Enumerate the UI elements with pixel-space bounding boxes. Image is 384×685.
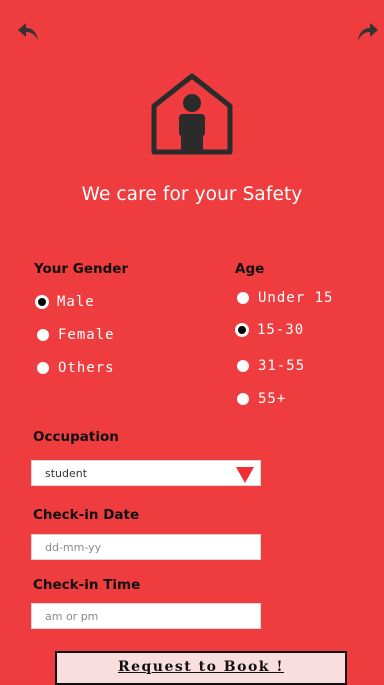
radio-indicator	[237, 360, 249, 372]
gender-radio-male[interactable]: Male	[36, 294, 95, 310]
radio-indicator	[37, 362, 49, 374]
radio-indicator	[237, 292, 249, 304]
radio-label: Male	[57, 294, 95, 310]
person-in-house-icon	[151, 73, 233, 155]
dropdown-arrow-icon[interactable]	[236, 467, 254, 483]
checkin-time-label: Check-in Time	[33, 577, 141, 593]
occupation-select[interactable]: student	[31, 460, 261, 486]
radio-label: Female	[58, 327, 115, 343]
gender-label: Your Gender	[34, 261, 129, 277]
age-radio-55-plus[interactable]: 55+	[237, 391, 286, 407]
page-headline: We care for your Safety	[81, 184, 303, 205]
request-button-label: Request to Book !	[117, 659, 285, 675]
radio-indicator	[37, 329, 49, 341]
radio-label: 15-30	[257, 322, 305, 338]
forward-arrow-icon[interactable]	[356, 20, 380, 44]
age-radio-31-55[interactable]: 31-55	[237, 358, 305, 374]
checkin-time-input[interactable]	[45, 609, 260, 623]
radio-label: 55+	[258, 391, 287, 407]
radio-checked-indicator	[236, 324, 248, 336]
checkin-date-field-wrapper	[31, 534, 261, 560]
request-to-book-button[interactable]: Request to Book !	[55, 651, 347, 685]
radio-label: Under 15	[258, 290, 334, 306]
age-label: Age	[235, 261, 265, 277]
age-radio-under-15[interactable]: Under 15	[237, 290, 333, 306]
age-radio-15-30[interactable]: 15-30	[236, 322, 304, 338]
gender-radio-female[interactable]: Female	[37, 327, 115, 343]
radio-label: 31-55	[258, 358, 306, 374]
checkin-time-field-wrapper	[31, 603, 261, 629]
radio-indicator	[237, 393, 249, 405]
occupation-selected-value: student	[45, 466, 88, 480]
back-arrow-icon[interactable]	[16, 20, 40, 44]
radio-label: Others	[58, 360, 115, 376]
checkin-date-input[interactable]	[45, 540, 260, 554]
radio-checked-indicator	[36, 296, 48, 308]
checkin-date-label: Check-in Date	[33, 507, 140, 523]
occupation-label: Occupation	[33, 429, 119, 445]
gender-radio-others[interactable]: Others	[37, 360, 115, 376]
